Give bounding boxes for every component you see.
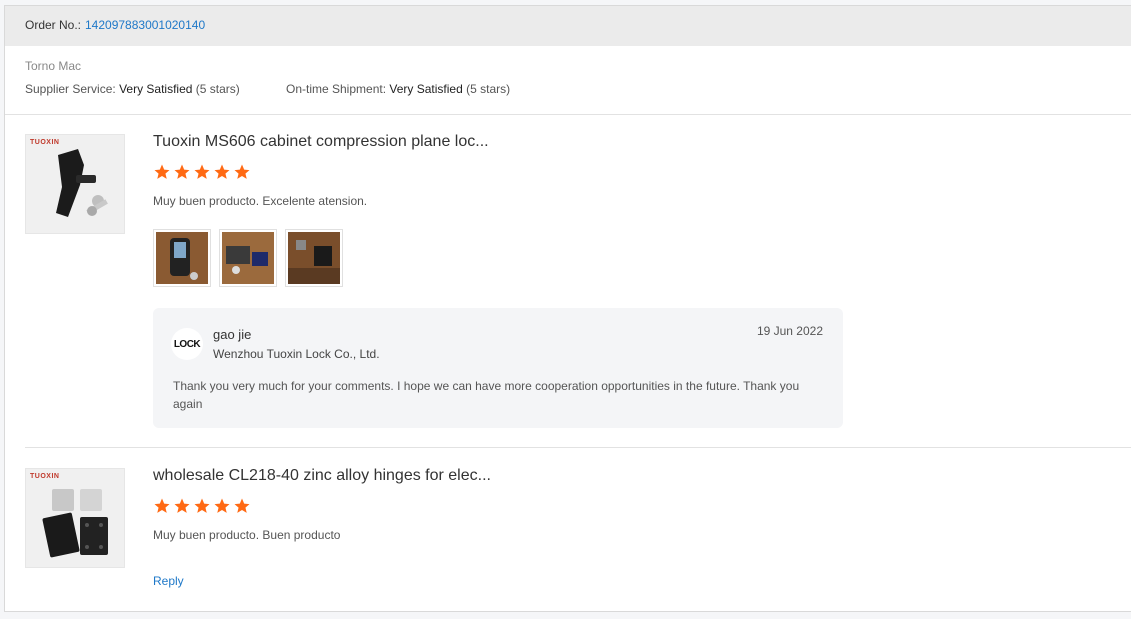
review-photo[interactable] <box>285 229 343 287</box>
order-header: Order No.: 142097883001020140 <box>5 6 1131 46</box>
order-number-link[interactable]: 142097883001020140 <box>85 18 205 32</box>
supplier-reply: LOCK gao jie Wenzhou Tuoxin Lock Co., Lt… <box>153 308 843 428</box>
product-thumbnail[interactable]: TUOXIN <box>25 468 125 568</box>
product-rating-stars <box>153 163 251 181</box>
star-icon <box>154 164 170 179</box>
order-review-card: Order No.: 142097883001020140 Torno Mac … <box>4 5 1131 612</box>
supplier-logo-text: LOCK <box>173 338 201 350</box>
brand-logo: TUOXIN <box>30 473 60 480</box>
reply-date: 19 Jun 2022 <box>756 324 823 338</box>
hinge-image <box>42 489 108 558</box>
review-photo-image <box>222 232 274 284</box>
review-photo[interactable] <box>219 229 277 287</box>
shipment-stars: (5 stars) <box>466 82 511 96</box>
product-title[interactable]: Tuoxin MS606 cabinet compression plane l… <box>153 133 489 151</box>
star-icon <box>214 498 230 513</box>
product-thumbnail[interactable]: TUOXIN <box>25 134 125 234</box>
reply-link[interactable]: Reply <box>153 574 184 588</box>
reply-company-name: Wenzhou Tuoxin Lock Co., Ltd. <box>213 347 380 361</box>
supplier-service-label: Supplier Service: <box>25 82 116 96</box>
reply-text: Thank you very much for your comments. I… <box>173 379 800 411</box>
product-rating-stars <box>153 497 251 515</box>
supplier-logo: LOCK <box>171 328 203 360</box>
star-icon <box>174 164 190 179</box>
star-icon <box>154 498 170 513</box>
shipment-value: Very Satisfied <box>389 82 463 96</box>
star-icon <box>214 164 230 179</box>
review-photo-image <box>288 232 340 284</box>
star-icon <box>234 164 250 179</box>
star-icon <box>194 164 210 179</box>
star-icon <box>234 498 250 513</box>
cabinet-lock-image <box>56 149 108 217</box>
divider <box>25 447 1131 448</box>
shipment-label: On-time Shipment: <box>286 82 387 96</box>
supplier-service-rating: Supplier Service: Very Satisfied (5 star… <box>25 82 240 96</box>
supplier-service-value: Very Satisfied <box>119 82 193 96</box>
review-photo[interactable] <box>153 229 211 287</box>
shipment-rating: On-time Shipment: Very Satisfied (5 star… <box>286 82 510 96</box>
star-icon <box>174 498 190 513</box>
brand-logo: TUOXIN <box>30 139 60 146</box>
review-comment: Muy buen producto. Buen producto <box>153 528 341 542</box>
star-icon <box>194 498 210 513</box>
product-title[interactable]: wholesale CL218-40 zinc alloy hinges for… <box>153 467 491 485</box>
reply-author-name: gao jie <box>213 327 252 342</box>
order-number-label: Order No.: <box>25 18 82 32</box>
buyer-name: Torno Mac <box>25 59 82 73</box>
review-comment: Muy buen producto. Excelente atension. <box>153 194 368 208</box>
divider <box>5 114 1131 115</box>
review-photo-image <box>156 232 208 284</box>
supplier-service-stars: (5 stars) <box>195 82 240 96</box>
